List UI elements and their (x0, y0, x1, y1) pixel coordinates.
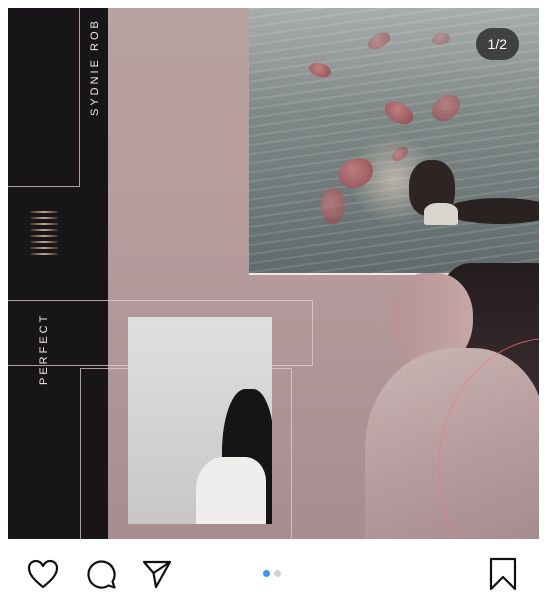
petal (381, 95, 417, 131)
swimmer-shoulder (424, 203, 458, 225)
like-button[interactable] (26, 557, 60, 591)
image-counter: 1/2 (475, 28, 519, 60)
carousel-dot (274, 570, 281, 577)
petal (428, 89, 464, 127)
petal (318, 186, 348, 226)
petal (389, 144, 411, 164)
send-icon (142, 560, 172, 589)
petal (339, 158, 373, 188)
bookmark-icon (489, 557, 517, 591)
post-action-bar (0, 539, 550, 600)
petal (432, 33, 450, 45)
petal (365, 30, 393, 52)
post-image[interactable]: SYDNIE ROB PERFECT 1/2 (8, 8, 539, 539)
black-and-white-photo (128, 317, 272, 524)
share-button[interactable] (140, 557, 174, 591)
decorative-bars (30, 211, 58, 259)
comment-button[interactable] (84, 557, 118, 591)
carousel-indicator (263, 570, 281, 577)
swimmer-hair (445, 198, 539, 224)
vertical-word-text: PERFECT (38, 312, 50, 385)
save-button[interactable] (486, 557, 520, 591)
carousel-dot-active (263, 570, 270, 577)
person-shirt (196, 457, 266, 524)
comment-icon (87, 560, 116, 589)
heart-icon (27, 559, 59, 589)
frame-top-left (8, 8, 80, 187)
petal (307, 59, 333, 81)
vertical-name-text: SYDNIE ROB (89, 18, 101, 116)
instagram-post: SYDNIE ROB PERFECT 1/2 (0, 0, 550, 600)
